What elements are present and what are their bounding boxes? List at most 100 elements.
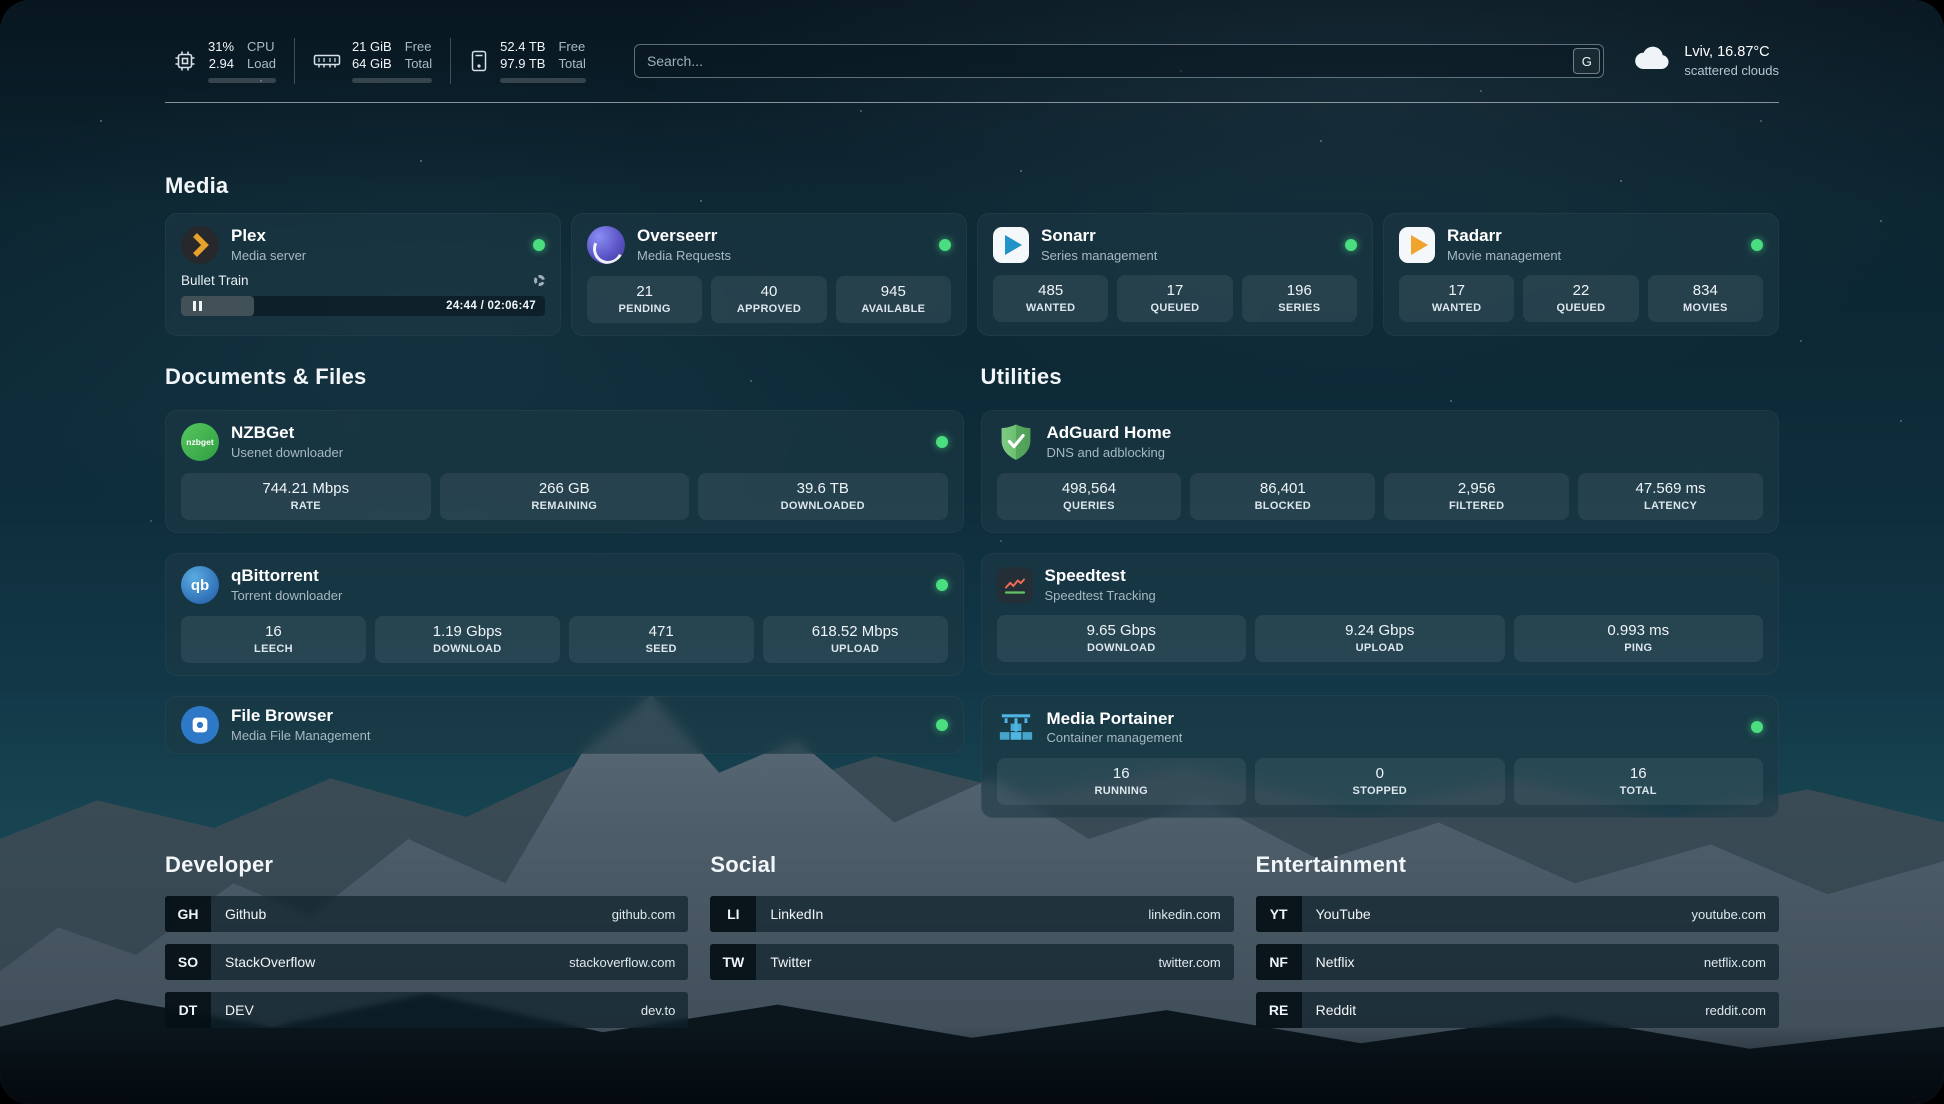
filebrowser-card[interactable]: File Browser Media File Management	[165, 696, 964, 754]
stat-value: 0	[1259, 765, 1501, 782]
stat-stopped: 0 STOPPED	[1255, 758, 1505, 805]
overseerr-icon	[587, 226, 625, 264]
radarr-card[interactable]: Radarr Movie management 17 WANTED 22 QUE…	[1383, 213, 1779, 336]
portainer-card-header: Media Portainer Container management	[997, 708, 1764, 746]
sonarr-stats: 485 WANTED 17 QUEUED 196 SERIES	[993, 275, 1357, 322]
qbittorrent-stats: 16 LEECH 1.19 Gbps DOWNLOAD 471 SEED 6	[181, 616, 948, 663]
speedtest-card[interactable]: Speedtest Speedtest Tracking 9.65 Gbps D…	[981, 553, 1780, 675]
stat-seed: 471 SEED	[569, 616, 754, 663]
link-linkedin[interactable]: LI LinkedIn linkedin.com	[710, 896, 1233, 932]
stat-series: 196 SERIES	[1242, 275, 1357, 322]
filebrowser-subtitle: Media File Management	[231, 729, 370, 744]
plex-card[interactable]: Plex Media server Bullet Train 24:44 / 0…	[165, 213, 561, 336]
overseerr-status-dot	[939, 239, 951, 251]
stat-blocked: 86,401 BLOCKED	[1190, 473, 1375, 520]
section-entertainment: Entertainment YT YouTube youtube.com NF …	[1256, 852, 1779, 1040]
weather-text: Lviv, 16.87°C scattered clouds	[1684, 44, 1779, 79]
overseerr-titles: Overseerr Media Requests	[637, 226, 731, 263]
link-url: netflix.com	[1704, 955, 1766, 970]
stat-value: 16	[185, 623, 362, 640]
sonarr-subtitle: Series management	[1041, 249, 1157, 264]
sonarr-name: Sonarr	[1041, 226, 1157, 246]
link-url: dev.to	[641, 1003, 675, 1018]
link-url: github.com	[612, 907, 676, 922]
sonarr-status-dot	[1345, 239, 1357, 251]
qbittorrent-card[interactable]: qb qBittorrent Torrent downloader 16 LEE…	[165, 553, 964, 676]
stat-label: BLOCKED	[1194, 500, 1371, 512]
stat-download: 9.65 Gbps DOWNLOAD	[997, 615, 1247, 662]
nzbget-titles: NZBGet Usenet downloader	[231, 423, 343, 460]
stat-label: DOWNLOADED	[702, 500, 944, 512]
weather-widget[interactable]: Lviv, 16.87°C scattered clouds	[1632, 44, 1779, 79]
social-section-title: Social	[710, 852, 1233, 878]
link-github[interactable]: GH Github github.com	[165, 896, 688, 932]
stat-label: UPLOAD	[767, 643, 944, 655]
system-metrics: 31% CPU 2.94 Load	[165, 38, 604, 84]
link-reddit[interactable]: RE Reddit reddit.com	[1256, 992, 1779, 1028]
radarr-status-dot	[1751, 239, 1763, 251]
stat-label: QUEUED	[1527, 302, 1634, 314]
dashboard: 31% CPU 2.94 Load	[0, 0, 1944, 1104]
nzbget-subtitle: Usenet downloader	[231, 446, 343, 461]
disk-total-value: 97.9 TB	[500, 56, 545, 72]
link-netflix[interactable]: NF Netflix netflix.com	[1256, 944, 1779, 980]
stat-download: 1.19 Gbps DOWNLOAD	[375, 616, 560, 663]
overseerr-card[interactable]: Overseerr Media Requests 21 PENDING 40 A…	[571, 213, 967, 336]
cpu-load-value: 2.94	[208, 56, 234, 72]
stat-total: 16 TOTAL	[1514, 758, 1764, 805]
stat-value: 17	[1121, 282, 1228, 299]
nzbget-card[interactable]: nzbget NZBGet Usenet downloader 744.21 M…	[165, 410, 964, 533]
portainer-subtitle: Container management	[1047, 731, 1183, 746]
stat-value: 40	[715, 283, 822, 300]
media-grid: Plex Media server Bullet Train 24:44 / 0…	[165, 213, 1779, 336]
disk-metric: 52.4 TB Free 97.9 TB Total	[450, 38, 604, 84]
search-engine-button[interactable]: G	[1573, 48, 1600, 74]
developer-section-title: Developer	[165, 852, 688, 878]
stat-downloaded: 39.6 TB DOWNLOADED	[698, 473, 948, 520]
link-twitter[interactable]: TW Twitter twitter.com	[710, 944, 1233, 980]
adguard-card[interactable]: AdGuard Home DNS and adblocking 498,564 …	[981, 410, 1780, 533]
link-url: stackoverflow.com	[569, 955, 675, 970]
qbittorrent-titles: qBittorrent Torrent downloader	[231, 566, 342, 603]
radarr-name: Radarr	[1447, 226, 1561, 246]
stat-queries: 498,564 QUERIES	[997, 473, 1182, 520]
pause-icon[interactable]	[181, 301, 213, 311]
plex-progress-bar[interactable]: 24:44 / 02:06:47	[181, 296, 545, 316]
section-media: Media Plex Media server	[165, 173, 1779, 336]
link-dev[interactable]: DT DEV dev.to	[165, 992, 688, 1028]
portainer-titles: Media Portainer Container management	[1047, 709, 1183, 746]
stat-movies: 834 MOVIES	[1648, 275, 1763, 322]
plex-icon	[181, 226, 219, 264]
sonarr-titles: Sonarr Series management	[1041, 226, 1157, 263]
portainer-icon	[997, 708, 1035, 746]
gear-icon[interactable]	[534, 275, 545, 286]
stat-label: SEED	[573, 643, 750, 655]
plex-card-header: Plex Media server	[181, 226, 545, 264]
stat-value: 22	[1527, 282, 1634, 299]
sonarr-card[interactable]: Sonarr Series management 485 WANTED 17 Q…	[977, 213, 1373, 336]
link-abbr: DT	[165, 992, 211, 1028]
stat-value: 16	[1518, 765, 1760, 782]
plex-status-dot	[533, 239, 545, 251]
stat-ping: 0.993 ms PING	[1514, 615, 1764, 662]
ram-total-label: Total	[405, 56, 432, 72]
link-name: Twitter	[770, 954, 811, 970]
stat-queued: 22 QUEUED	[1523, 275, 1638, 322]
radarr-stats: 17 WANTED 22 QUEUED 834 MOVIES	[1399, 275, 1763, 322]
search-input[interactable]	[634, 44, 1604, 78]
plex-now-playing-row: Bullet Train	[181, 273, 545, 288]
link-url: reddit.com	[1705, 1003, 1766, 1018]
link-stackoverflow[interactable]: SO StackOverflow stackoverflow.com	[165, 944, 688, 980]
entertainment-links: YT YouTube youtube.com NF Netflix netfli…	[1256, 896, 1779, 1028]
cloud-icon	[1632, 45, 1672, 76]
stat-value: 2,956	[1388, 480, 1565, 497]
filebrowser-titles: File Browser Media File Management	[231, 706, 370, 743]
stat-wanted: 17 WANTED	[1399, 275, 1514, 322]
cpu-chip-icon	[173, 49, 197, 73]
qbittorrent-card-header: qb qBittorrent Torrent downloader	[181, 566, 948, 604]
qbittorrent-icon: qb	[181, 566, 219, 604]
stat-rate: 744.21 Mbps RATE	[181, 473, 431, 520]
link-youtube[interactable]: YT YouTube youtube.com	[1256, 896, 1779, 932]
stat-queued: 17 QUEUED	[1117, 275, 1232, 322]
portainer-card[interactable]: Media Portainer Container management 16 …	[981, 695, 1780, 818]
